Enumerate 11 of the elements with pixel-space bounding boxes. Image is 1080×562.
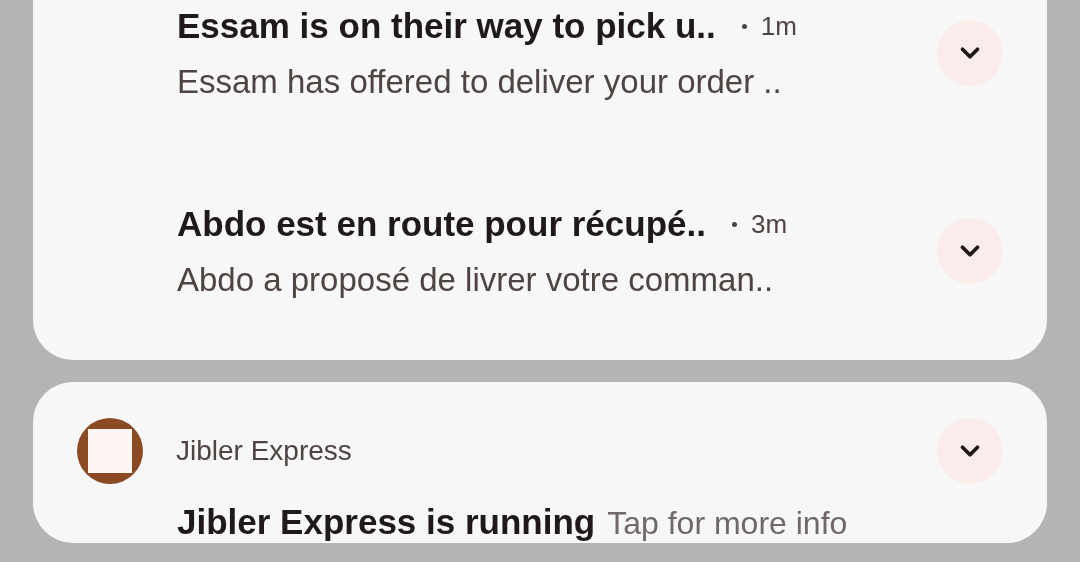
separator-dot [731, 221, 737, 227]
notification-title: Abdo est en route pour récupé.. [177, 203, 706, 245]
notification-time: 3m [750, 208, 788, 240]
notification-title: Essam is on their way to pick u.. [177, 5, 716, 47]
notification-time: 1m [760, 10, 797, 42]
separator-dot [741, 23, 747, 29]
notification-body: Essam has offered to deliver your order .. [177, 62, 783, 102]
app-name: Jibler Express [176, 435, 353, 467]
notification-title: Jibler Express is running [177, 502, 596, 542]
notification-body: Abdo a proposé de livrer votre comman.. [177, 260, 775, 300]
notification-body: Tap for more info [607, 504, 848, 543]
